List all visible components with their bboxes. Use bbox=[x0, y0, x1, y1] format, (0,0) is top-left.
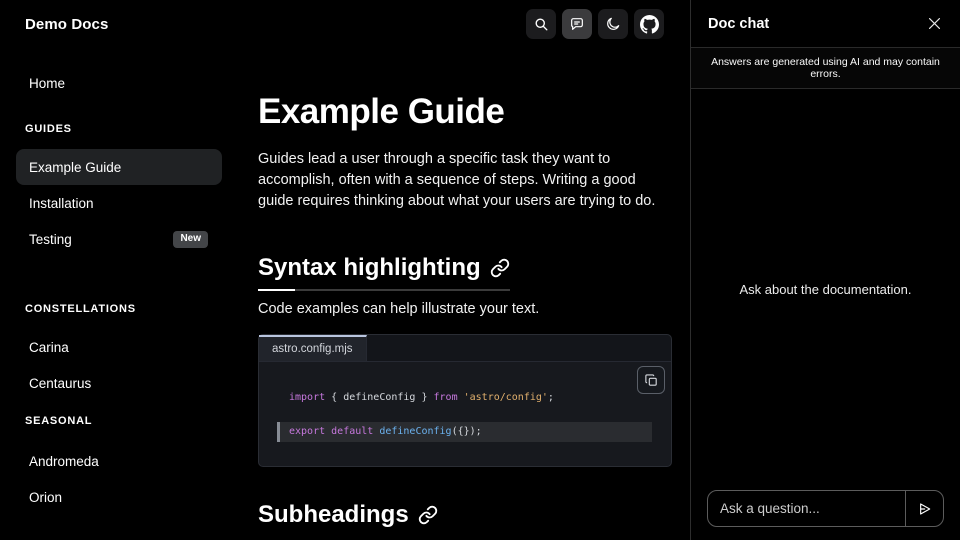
sidebar-item-label: Carina bbox=[29, 340, 69, 355]
chat-question-input[interactable] bbox=[708, 491, 905, 526]
send-button[interactable] bbox=[905, 491, 943, 526]
sidebar-item-label: Orion bbox=[29, 490, 62, 505]
page-title: Example Guide bbox=[258, 92, 672, 132]
subheadings-section-head: Subheadings bbox=[258, 501, 438, 529]
intro-paragraph: Guides lead a user through a specific ta… bbox=[258, 149, 672, 212]
code-token: export bbox=[289, 426, 331, 437]
github-button[interactable] bbox=[634, 9, 664, 39]
anchor-link-icon[interactable] bbox=[490, 258, 510, 278]
close-icon bbox=[926, 15, 943, 32]
section-lead: Code examples can help illustrate your t… bbox=[258, 301, 672, 317]
anchor-link-icon[interactable] bbox=[418, 505, 438, 525]
moon-icon bbox=[605, 16, 621, 32]
chat-body: Ask about the documentation. bbox=[691, 89, 960, 490]
chat-empty-state: Ask about the documentation. bbox=[739, 282, 911, 297]
sidebar-item-label: Installation bbox=[29, 196, 94, 211]
doc-chat-button[interactable] bbox=[562, 9, 592, 39]
sidebar-item-andromeda[interactable]: Andromeda bbox=[16, 443, 222, 479]
sidebar-item-label: Example Guide bbox=[29, 160, 121, 175]
code-token: ; bbox=[548, 392, 554, 403]
sidebar-item-installation[interactable]: Installation bbox=[16, 185, 222, 221]
new-badge: New bbox=[173, 231, 208, 248]
sidebar-group-seasonal: SEASONAL bbox=[16, 415, 222, 427]
code-token: import bbox=[289, 392, 331, 403]
chat-bubble-icon bbox=[569, 16, 585, 32]
copy-code-button[interactable] bbox=[637, 366, 665, 394]
code-token: defineConfig bbox=[379, 426, 451, 437]
chat-title: Doc chat bbox=[708, 16, 769, 32]
sidebar-item-testing[interactable]: Testing New bbox=[16, 221, 222, 257]
section-title-text: Subheadings bbox=[258, 501, 409, 529]
site-title: Demo Docs bbox=[16, 16, 222, 33]
sidebar: Demo Docs Home GUIDES Example Guide Inst… bbox=[0, 0, 240, 540]
code-token: 'astro/config' bbox=[464, 392, 548, 403]
code-tab-bar: astro.config.mjs bbox=[259, 335, 671, 362]
sidebar-item-label: Centaurus bbox=[29, 376, 91, 391]
sidebar-item-carina[interactable]: Carina bbox=[16, 329, 222, 365]
sidebar-group-guides: GUIDES bbox=[16, 123, 222, 135]
doc-chat-panel: Doc chat Answers are generated using AI … bbox=[690, 0, 960, 540]
search-button[interactable] bbox=[526, 9, 556, 39]
chat-header: Doc chat bbox=[691, 0, 960, 47]
code-body: import { defineConfig } from 'astro/conf… bbox=[259, 362, 671, 466]
section-title-subheadings: Subheadings bbox=[258, 501, 438, 529]
sidebar-item-label: Andromeda bbox=[29, 454, 99, 469]
section-title-syntax-highlighting: Syntax highlighting bbox=[258, 254, 510, 282]
section-title-text: Syntax highlighting bbox=[258, 254, 481, 282]
code-line-2-highlighted: export default defineConfig({}); bbox=[277, 422, 652, 442]
code-tab-astro-config[interactable]: astro.config.mjs bbox=[259, 335, 367, 361]
close-chat-button[interactable] bbox=[926, 15, 943, 32]
chat-input-container bbox=[707, 490, 944, 527]
app: Demo Docs Home GUIDES Example Guide Inst… bbox=[0, 0, 960, 540]
sidebar-item-orion[interactable]: Orion bbox=[16, 479, 222, 515]
code-token: ({}); bbox=[452, 426, 482, 437]
send-icon bbox=[917, 501, 933, 517]
heading-rule bbox=[258, 289, 510, 291]
sidebar-item-centaurus[interactable]: Centaurus bbox=[16, 365, 222, 401]
code-token: from bbox=[434, 392, 464, 403]
syntax-highlighting-section-head: Syntax highlighting bbox=[258, 254, 510, 291]
ai-disclaimer: Answers are generated using AI and may c… bbox=[691, 47, 960, 89]
copy-icon bbox=[644, 373, 659, 388]
theme-toggle-button[interactable] bbox=[598, 9, 628, 39]
toolbar bbox=[526, 9, 664, 39]
search-icon bbox=[534, 17, 549, 32]
code-block: astro.config.mjs import { defineConfig }… bbox=[258, 334, 672, 467]
code-token: default bbox=[331, 426, 379, 437]
sidebar-nav: Home GUIDES Example Guide Installation T… bbox=[16, 65, 222, 515]
chat-footer bbox=[691, 490, 960, 540]
code-token: { defineConfig } bbox=[331, 392, 433, 403]
sidebar-group-constellations: CONSTELLATIONS bbox=[16, 303, 222, 315]
sidebar-item-home[interactable]: Home bbox=[16, 65, 222, 101]
code-line-1: import { defineConfig } from 'astro/conf… bbox=[277, 388, 652, 408]
sidebar-item-label: Testing bbox=[29, 232, 72, 247]
sidebar-item-label: Home bbox=[29, 76, 65, 91]
sidebar-item-example-guide[interactable]: Example Guide bbox=[16, 149, 222, 185]
main-content: Example Guide Guides lead a user through… bbox=[240, 0, 690, 540]
github-icon bbox=[640, 15, 659, 34]
